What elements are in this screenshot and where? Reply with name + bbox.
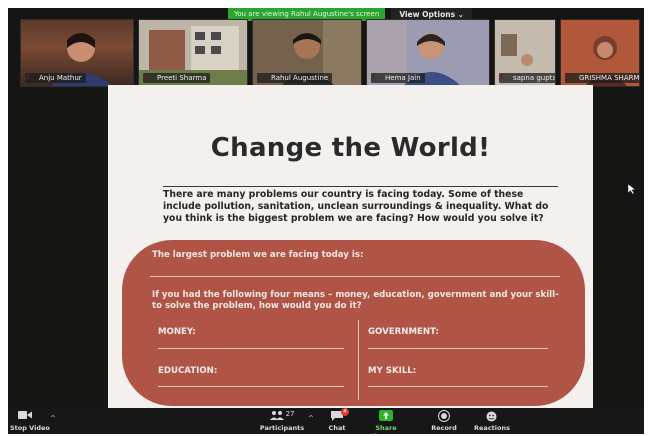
education-line [158, 386, 344, 387]
chat-badge: 4 [341, 408, 349, 416]
money-label: MONEY: [158, 327, 196, 337]
worksheet-panel: The largest problem we are facing today … [122, 240, 585, 406]
participant-name: Rahul Augustine [257, 73, 333, 83]
my-skill-line [368, 386, 548, 387]
video-options-caret[interactable]: ^ [48, 414, 58, 422]
government-label: GOVERNMENT: [368, 327, 439, 337]
participant-name: Preeti Sharma [143, 73, 211, 83]
participant-tile[interactable]: ✗ Anju Mathur [20, 19, 134, 87]
reactions-button[interactable]: Reactions [470, 410, 514, 432]
shared-slide: Change the World! There are many problem… [108, 85, 593, 413]
chat-label: Chat [328, 424, 346, 432]
government-line [368, 348, 548, 349]
record-button[interactable]: Record [426, 410, 462, 432]
record-icon [438, 410, 450, 422]
education-label: EDUCATION: [158, 366, 218, 376]
smiley-plus-icon [486, 411, 497, 422]
chat-icon-wrap: 4 [329, 408, 349, 422]
share-screen-button[interactable]: Share Screen [362, 410, 410, 434]
participant-tile[interactable]: Rahul Augustine [252, 19, 362, 87]
video-camera-icon [18, 411, 32, 419]
record-label: Record [431, 424, 457, 432]
stop-video-label: Stop Video [10, 424, 50, 432]
participants-caret[interactable]: ^ [306, 414, 316, 422]
mouse-cursor-icon [628, 184, 636, 194]
participant-tile[interactable]: ✗ GRISHMA SHARMA [560, 19, 640, 87]
participant-name: Hema Jain [371, 73, 425, 83]
participants-button[interactable]: 27 Participants [254, 410, 310, 432]
people-icon [269, 411, 284, 420]
participant-tile[interactable]: ✗ Hema Jain [366, 19, 490, 87]
answer-line [150, 276, 560, 277]
column-divider [358, 320, 359, 400]
slide-intro: There are many problems our country is f… [163, 189, 549, 224]
question-four-means: If you had the following four means – mo… [152, 290, 559, 311]
chat-button[interactable]: 4 Chat [322, 408, 352, 432]
gallery-strip: ✗ Anju Mathur ✗ Preeti Sharma Rahul Augu… [20, 19, 640, 87]
share-screen-icon [379, 410, 393, 421]
money-line [158, 348, 344, 349]
participant-tile[interactable]: ✗ Preeti Sharma [138, 19, 248, 87]
participants-label: Participants [259, 424, 305, 432]
slide-title: Change the World! [210, 133, 491, 163]
title-divider [163, 186, 558, 187]
my-skill-label: MY SKILL: [368, 366, 417, 376]
participants-count: 27 [285, 410, 295, 418]
participant-name: GRISHMA SHARMA [565, 73, 639, 83]
reactions-label: Reactions [474, 424, 510, 432]
share-screen-label: Share Screen [373, 424, 398, 434]
zoom-window: You are viewing Rahul Augustine's screen… [8, 8, 644, 434]
participant-tile[interactable]: ✗ sapna gupta [494, 19, 556, 87]
question-largest-problem: The largest problem we are facing today … [152, 250, 364, 260]
participant-name: sapna gupta [499, 73, 555, 83]
meeting-toolbar: Stop Video ^ 27 Participants ^ 4 Chat Sh… [8, 408, 644, 434]
participants-icon-wrap: 27 [254, 410, 310, 422]
participant-name: Anju Mathur [25, 73, 86, 83]
